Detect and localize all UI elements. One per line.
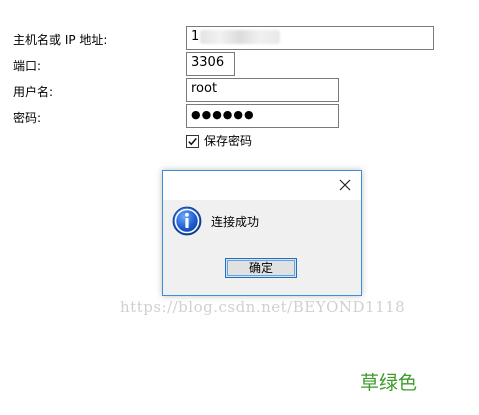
password-label: 密码: xyxy=(13,111,42,125)
user-label: 用户名: xyxy=(13,85,54,99)
port-input[interactable]: 3306 xyxy=(186,52,235,76)
redacted-host-text xyxy=(200,30,280,44)
caption-text: 草绿色 xyxy=(360,372,418,394)
dialog-message: 连接成功 xyxy=(211,215,260,229)
message-dialog: 连接成功 确定 xyxy=(162,170,362,296)
port-label: 端口: xyxy=(13,59,42,73)
close-button[interactable] xyxy=(335,176,355,194)
checkmark-icon xyxy=(188,137,197,145)
dialog-titlebar xyxy=(163,171,361,200)
password-input-value: ●●●●●● xyxy=(191,108,255,121)
password-input[interactable]: ●●●●●● xyxy=(186,104,339,128)
watermark-text: https://blog.csdn.net/BEYOND1118 xyxy=(120,298,406,316)
user-input[interactable]: root xyxy=(186,78,339,102)
host-label: 主机名或 IP 地址: xyxy=(13,33,108,47)
user-input-value: root xyxy=(191,81,218,96)
ok-button[interactable]: 确定 xyxy=(225,258,297,278)
save-password-label: 保存密码 xyxy=(204,134,253,148)
close-icon xyxy=(339,179,351,191)
port-input-value: 3306 xyxy=(191,55,225,70)
info-icon xyxy=(172,206,202,236)
save-password-row[interactable]: 保存密码 xyxy=(186,133,252,149)
save-password-checkbox[interactable] xyxy=(186,134,199,148)
host-input-value: 1 xyxy=(191,29,200,44)
